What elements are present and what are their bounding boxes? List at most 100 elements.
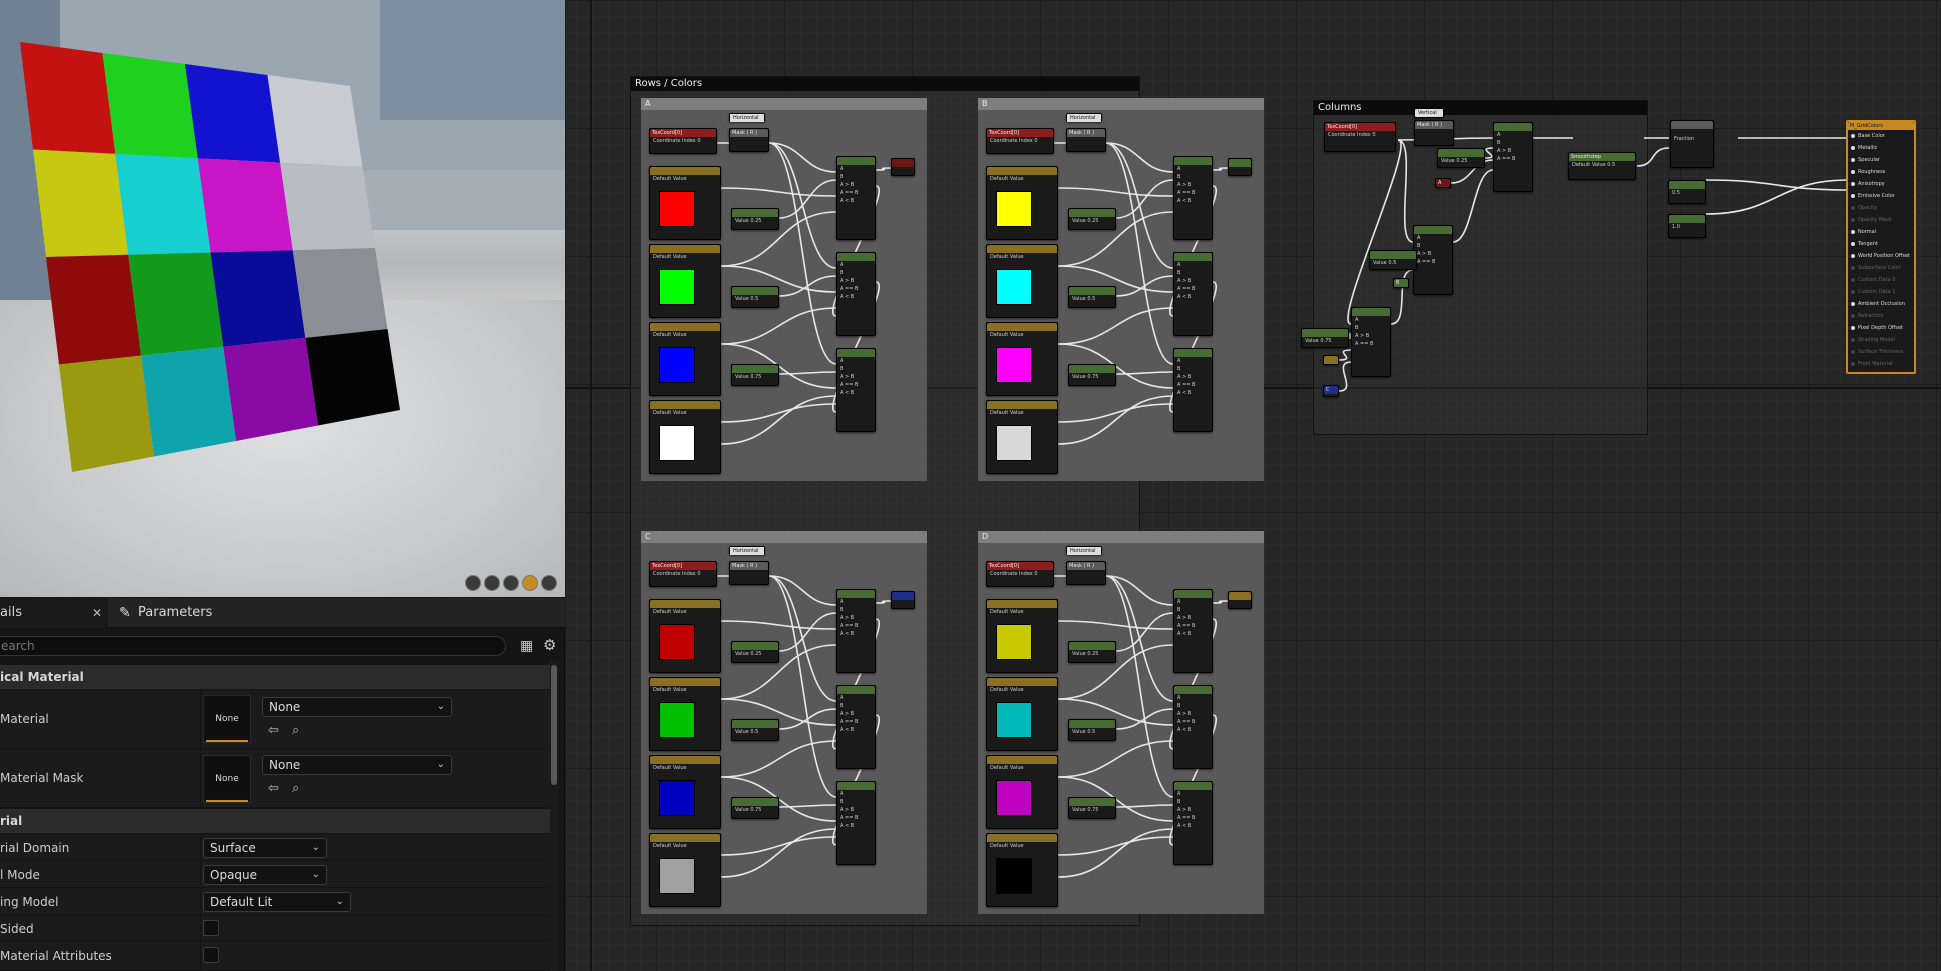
constant-node-a[interactable]: 0.5 <box>1668 180 1706 204</box>
material-pin[interactable]: Front Material <box>1848 358 1914 370</box>
input-c-node[interactable]: C <box>1323 385 1339 397</box>
material-pin[interactable]: Metallic <box>1848 142 1914 154</box>
mask-node[interactable]: Mask ( R ) <box>1066 561 1106 585</box>
texcoord-node[interactable]: TexCoord[0] Coordinate Index 0 <box>986 561 1054 587</box>
texcoord-node-columns[interactable]: TexCoord[0] Coordinate Index 0 <box>1324 122 1396 152</box>
mask-node[interactable]: Mask ( R ) <box>1066 128 1106 152</box>
material-pin[interactable]: Anisotropy <box>1848 178 1914 190</box>
if-node[interactable]: AB A > B A == B A < B <box>1173 252 1213 336</box>
horizontal-label-node[interactable]: Horizontal <box>1066 113 1102 122</box>
scalar-constant-node[interactable]: Value 0.25 <box>1068 641 1116 663</box>
scalar-constant-node[interactable]: Value 0.5 <box>731 286 779 308</box>
material-pin[interactable]: Roughness <box>1848 166 1914 178</box>
vector-parameter-node[interactable]: Default Value <box>649 677 721 751</box>
tab-details[interactable]: ails ✕ <box>0 598 108 628</box>
material-pin[interactable]: Emissive Color <box>1848 190 1914 202</box>
two-sided-checkbox[interactable] <box>203 920 219 936</box>
input-b-node[interactable]: B <box>1393 278 1409 288</box>
material-pin[interactable]: Ambient Occlusion <box>1848 298 1914 310</box>
vector-parameter-node[interactable]: Default Value <box>649 833 721 907</box>
scalar-constant-node[interactable]: Value 0.25 <box>1068 208 1116 230</box>
if-node[interactable]: AB A > B A == B A < B <box>1173 685 1213 769</box>
scalar-constant-node[interactable]: Value 0.25 <box>731 208 779 230</box>
browse-asset-icon[interactable]: ⌕ <box>292 781 308 797</box>
mask-node-columns[interactable]: Mask ( R ) <box>1414 120 1454 146</box>
scalar-constant-node[interactable]: Value 0.25 <box>731 641 779 663</box>
section-material[interactable]: rial <box>0 809 550 833</box>
vector-parameter-node[interactable]: Default Value <box>649 599 721 673</box>
input-a-node[interactable]: A <box>1435 178 1451 188</box>
scalar-constant-node[interactable]: Value 0.5 <box>1369 250 1417 270</box>
horizontal-label-node[interactable]: Horizontal <box>729 113 765 122</box>
if-node[interactable]: AB A > B A == B A < B <box>836 156 876 240</box>
vertical-label-node[interactable]: Vertical <box>1414 108 1444 118</box>
vector-parameter-node[interactable]: Default Value <box>986 755 1058 829</box>
preview-cube-icon[interactable] <box>522 575 538 591</box>
material-pin[interactable]: Custom Data 0 <box>1848 274 1914 286</box>
section-physical-material[interactable]: ical Material <box>0 665 550 689</box>
scalar-constant-node[interactable]: Value 0.75 <box>731 364 779 386</box>
output-reroute-node[interactable] <box>891 158 915 176</box>
material-pin[interactable]: Tangent <box>1848 238 1914 250</box>
if-node[interactable]: AB A > B A == B A < B <box>836 781 876 865</box>
scalar-constant-node[interactable]: Value 0.75 <box>1301 328 1349 348</box>
mask-node[interactable]: Mask ( R ) <box>729 128 769 152</box>
vector-parameter-node[interactable]: Default Value <box>986 677 1058 751</box>
scalar-constant-node[interactable]: Value 0.5 <box>1068 719 1116 741</box>
vector-parameter-node[interactable]: Default Value <box>649 166 721 240</box>
search-input[interactable]: earch <box>0 636 506 656</box>
if-node[interactable]: AB A > B A == B A < B <box>1173 156 1213 240</box>
vector-parameter-node[interactable]: Default Value <box>986 322 1058 396</box>
if-node-columns[interactable]: AB A > B A == B <box>1413 225 1453 295</box>
fraction-node[interactable]: Fraction <box>1670 120 1714 168</box>
material-pin[interactable]: Custom Data 1 <box>1848 286 1914 298</box>
material-domain-dropdown[interactable]: Surface ⌄ <box>203 838 327 858</box>
vector-parameter-node[interactable]: Default Value <box>986 244 1058 318</box>
gear-icon[interactable]: ⚙ <box>543 637 559 653</box>
if-node-columns[interactable]: AB A > B A == B <box>1493 122 1533 192</box>
if-node[interactable]: AB A > B A == B A < B <box>836 348 876 432</box>
if-node[interactable]: AB A > B A == B A < B <box>1173 781 1213 865</box>
smoothstep-node[interactable]: Smoothstep Default Value 0.5 <box>1568 152 1636 180</box>
vector-parameter-node[interactable]: Default Value <box>986 400 1058 474</box>
material-pin[interactable]: Shading Model <box>1848 334 1914 346</box>
use-selected-icon[interactable]: ⇦ <box>268 781 284 797</box>
if-node[interactable]: AB A > B A == B A < B <box>836 685 876 769</box>
material-pin[interactable]: Specular <box>1848 154 1914 166</box>
material-pin[interactable]: Refraction <box>1848 310 1914 322</box>
material-pin[interactable]: Opacity <box>1848 202 1914 214</box>
preview-teapot-icon[interactable] <box>541 575 557 591</box>
phys-mask-dropdown[interactable]: None ⌄ <box>262 755 452 775</box>
texcoord-node[interactable]: TexCoord[0] Coordinate Index 0 <box>649 128 717 154</box>
tab-parameters[interactable]: ✎ Parameters <box>112 598 212 628</box>
material-output-node[interactable]: M_GridColors Base Color Metallic Specular R… <box>1846 120 1916 374</box>
texcoord-node[interactable]: TexCoord[0] Coordinate Index 0 <box>986 128 1054 154</box>
output-reroute-node[interactable] <box>891 591 915 609</box>
if-node[interactable]: AB A > B A == B A < B <box>1173 348 1213 432</box>
output-reroute-node[interactable] <box>1228 158 1252 176</box>
scalar-constant-node[interactable]: Value 0.75 <box>1068 797 1116 819</box>
horizontal-label-node[interactable]: Horizontal <box>1066 546 1102 555</box>
scalar-constant-node[interactable]: Value 0.75 <box>1068 364 1116 386</box>
constant-node-b[interactable]: 1.0 <box>1668 214 1706 238</box>
vector-parameter-node[interactable]: Default Value <box>649 755 721 829</box>
if-node[interactable]: AB A > B A == B A < B <box>1173 589 1213 673</box>
material-pin[interactable]: Pixel Depth Offset <box>1848 322 1914 334</box>
preview-plane-icon[interactable] <box>503 575 519 591</box>
output-reroute-node[interactable] <box>1228 591 1252 609</box>
close-icon[interactable]: ✕ <box>92 598 102 628</box>
phys-material-thumbnail[interactable]: None <box>203 695 251 743</box>
use-selected-icon[interactable]: ⇦ <box>268 723 284 739</box>
preview-cylinder-icon[interactable] <box>465 575 481 591</box>
vector-parameter-node[interactable]: Default Value <box>649 244 721 318</box>
scalar-constant-node[interactable]: Value 0.5 <box>1068 286 1116 308</box>
vector-parameter-node[interactable]: Default Value <box>986 599 1058 673</box>
vector-parameter-node[interactable]: Default Value <box>986 166 1058 240</box>
texcoord-node[interactable]: TexCoord[0] Coordinate Index 0 <box>649 561 717 587</box>
phys-material-dropdown[interactable]: None ⌄ <box>262 697 452 717</box>
details-scrollbar[interactable] <box>551 665 557 785</box>
if-node-columns[interactable]: AB A > B A == B <box>1351 307 1391 377</box>
material-graph[interactable]: Rows / Colors Columns A B C D TexCoord[0… <box>566 0 1941 971</box>
horizontal-label-node[interactable]: Horizontal <box>729 546 765 555</box>
vector-parameter-node[interactable]: Default Value <box>649 400 721 474</box>
